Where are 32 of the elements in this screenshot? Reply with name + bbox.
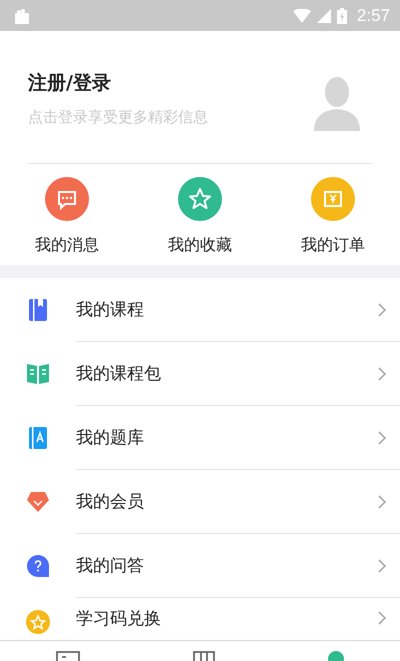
shortcut-label[interactable]: 我的消息 <box>35 234 99 256</box>
menu-item[interactable]: 我的课程包 <box>76 362 161 385</box>
chevron-icon <box>378 430 386 444</box>
chevron-icon <box>378 558 386 572</box>
question-icon <box>27 555 49 577</box>
menu-item[interactable]: 我的题库 <box>76 426 144 449</box>
open-book-icon <box>27 364 49 384</box>
shortcut-label[interactable]: 我的订单 <box>301 234 365 256</box>
wifi-icon <box>292 8 311 22</box>
bag-icon <box>14 8 30 24</box>
signal-icon <box>316 8 331 22</box>
chevron-icon <box>378 366 386 380</box>
notebook-icon <box>29 427 47 449</box>
menu-item[interactable]: 学习码兑换 <box>76 606 161 630</box>
shortcut-label[interactable]: 我的收藏 <box>168 234 232 256</box>
tab-icon[interactable] <box>328 651 344 661</box>
ticket-icon[interactable] <box>311 176 355 221</box>
menu-item[interactable]: 我的课程 <box>76 298 144 321</box>
chevron-icon <box>378 611 386 625</box>
avatar-icon[interactable] <box>314 75 360 131</box>
menu-item[interactable]: 我的问答 <box>76 554 144 577</box>
diamond-icon <box>27 492 49 512</box>
login-title[interactable]: 注册/登录 <box>28 70 208 96</box>
star-badge-icon <box>26 610 50 634</box>
battery-icon <box>336 8 347 24</box>
tab-icon[interactable] <box>56 651 80 661</box>
chat-icon[interactable] <box>45 176 89 221</box>
chevron-icon <box>378 494 386 508</box>
chevron-icon <box>378 302 386 316</box>
book-icon <box>29 299 47 321</box>
tab-icon[interactable] <box>192 651 215 661</box>
menu-item[interactable]: 我的会员 <box>76 490 144 513</box>
